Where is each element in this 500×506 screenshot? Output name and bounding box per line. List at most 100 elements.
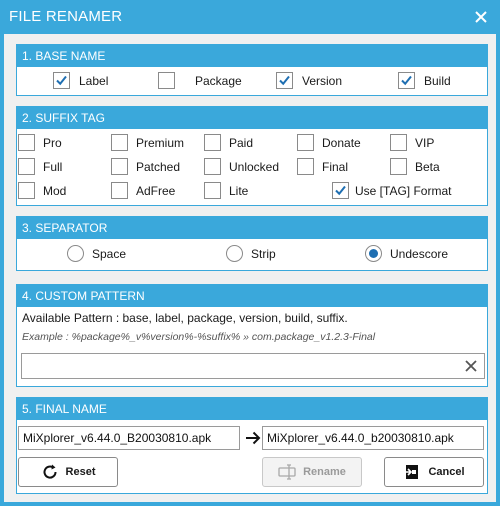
radio-selected-dot <box>369 249 378 258</box>
checkbox-patched[interactable]: Patched <box>111 158 180 175</box>
checkbox-mod-text: Mod <box>43 183 67 198</box>
close-button[interactable] <box>470 6 492 28</box>
checkbox-box <box>204 134 221 151</box>
checkbox-use-tag-format-text: Use [TAG] Format <box>355 183 452 198</box>
checkbox-box <box>390 134 407 151</box>
original-name-input[interactable] <box>19 427 239 449</box>
checkmark-icon <box>401 75 412 86</box>
suffix-tag-group: 2. SUFFIX TAG Pro Premium Paid Donate VI… <box>16 106 488 206</box>
checkbox-box <box>332 182 349 199</box>
radio-circle <box>226 245 243 262</box>
checkbox-pro[interactable]: Pro <box>18 134 62 151</box>
custom-pattern-input[interactable] <box>22 354 452 378</box>
checkbox-full[interactable]: Full <box>18 158 62 175</box>
checkbox-donate[interactable]: Donate <box>297 134 361 151</box>
checkbox-unlocked[interactable]: Unlocked <box>204 158 279 175</box>
checkbox-box <box>18 182 35 199</box>
checkbox-box <box>390 158 407 175</box>
radio-circle <box>365 245 382 262</box>
radio-strip[interactable]: Strip <box>226 245 276 262</box>
radio-space[interactable]: Space <box>67 245 126 262</box>
custom-pattern-header: 4. CUSTOM PATTERN <box>17 285 487 307</box>
custom-pattern-group: 4. CUSTOM PATTERN Available Pattern : ba… <box>16 284 488 387</box>
checkbox-box <box>204 182 221 199</box>
dialog-content: 1. BASE NAME Label Package Version Build <box>4 34 496 502</box>
exit-icon <box>404 465 419 479</box>
original-name-field <box>18 426 240 450</box>
rename-button-label: Rename <box>303 466 346 478</box>
checkbox-label[interactable]: Label <box>53 72 108 89</box>
renamed-name-field <box>262 426 484 450</box>
file-renamer-window: FILE RENAMER 1. BASE NAME Label Package <box>0 0 500 506</box>
title-bar: FILE RENAMER <box>0 0 500 34</box>
checkbox-box <box>204 158 221 175</box>
base-name-header: 1. BASE NAME <box>17 45 487 67</box>
checkbox-lite[interactable]: Lite <box>204 182 248 199</box>
checkbox-box <box>158 72 175 89</box>
checkbox-build-text: Build <box>424 73 451 88</box>
checkbox-vip[interactable]: VIP <box>390 134 434 151</box>
checkbox-donate-text: Donate <box>322 135 361 150</box>
custom-pattern-field <box>21 353 485 379</box>
base-name-group: 1. BASE NAME Label Package Version Build <box>16 44 488 96</box>
checkbox-box <box>398 72 415 89</box>
checkbox-package-text: Package <box>195 73 242 88</box>
close-icon <box>475 11 487 23</box>
checkbox-package[interactable]: Package <box>158 72 242 89</box>
reset-button-label: Reset <box>65 466 96 478</box>
checkbox-box <box>111 182 128 199</box>
separator-header: 3. SEPARATOR <box>17 217 487 239</box>
checkbox-mod[interactable]: Mod <box>18 182 66 199</box>
checkbox-box <box>111 158 128 175</box>
separator-group: 3. SEPARATOR Space Strip Undescore <box>16 216 488 271</box>
checkbox-premium-text: Premium <box>136 135 185 150</box>
checkbox-lite-text: Lite <box>229 183 249 198</box>
reset-button[interactable]: Reset <box>18 457 118 487</box>
checkbox-patched-text: Patched <box>136 159 181 174</box>
checkbox-version-text: Version <box>302 73 343 88</box>
checkbox-version[interactable]: Version <box>276 72 342 89</box>
checkbox-use-tag-format[interactable]: Use [TAG] Format <box>332 182 451 199</box>
checkbox-final-text: Final <box>322 159 349 174</box>
pattern-example-text: Example : %package%_v%version%-%suffix% … <box>22 331 376 343</box>
checkbox-box <box>297 158 314 175</box>
checkbox-paid-text: Paid <box>229 135 254 150</box>
radio-circle <box>67 245 84 262</box>
cancel-button-label: Cancel <box>428 466 465 478</box>
checkbox-paid[interactable]: Paid <box>204 134 253 151</box>
rename-button[interactable]: Rename <box>262 457 362 487</box>
checkbox-box <box>18 134 35 151</box>
checkbox-box <box>111 134 128 151</box>
checkmark-icon <box>56 75 67 86</box>
checkbox-label-text: Label <box>79 73 109 88</box>
checkbox-premium[interactable]: Premium <box>111 134 184 151</box>
radio-strip-text: Strip <box>251 246 276 261</box>
checkbox-box <box>53 72 70 89</box>
checkbox-build[interactable]: Build <box>398 72 451 89</box>
radio-underscore[interactable]: Undescore <box>365 245 448 262</box>
checkbox-full-text: Full <box>43 159 63 174</box>
checkbox-vip-text: VIP <box>415 135 435 150</box>
checkbox-final[interactable]: Final <box>297 158 348 175</box>
rename-icon <box>278 464 296 480</box>
radio-space-text: Space <box>92 246 127 261</box>
arrow-right-icon <box>246 431 261 445</box>
checkbox-pro-text: Pro <box>43 135 62 150</box>
clear-x-icon[interactable] <box>462 357 480 375</box>
checkbox-box <box>276 72 293 89</box>
renamed-name-input[interactable] <box>263 427 483 449</box>
checkbox-adfree-text: AdFree <box>136 183 176 198</box>
refresh-icon <box>43 464 57 479</box>
checkbox-box <box>18 158 35 175</box>
suffix-tag-header: 2. SUFFIX TAG <box>17 107 487 129</box>
pattern-info-text: Available Pattern : base, label, package… <box>22 311 348 325</box>
final-name-group: 5. FINAL NAME Reset <box>16 397 488 494</box>
checkbox-beta[interactable]: Beta <box>390 158 440 175</box>
final-name-header: 5. FINAL NAME <box>17 398 487 420</box>
checkbox-adfree[interactable]: AdFree <box>111 182 175 199</box>
checkmark-icon <box>335 185 346 196</box>
checkbox-unlocked-text: Unlocked <box>229 159 280 174</box>
window-title: FILE RENAMER <box>9 8 123 25</box>
checkmark-icon <box>279 75 290 86</box>
cancel-button[interactable]: Cancel <box>384 457 484 487</box>
